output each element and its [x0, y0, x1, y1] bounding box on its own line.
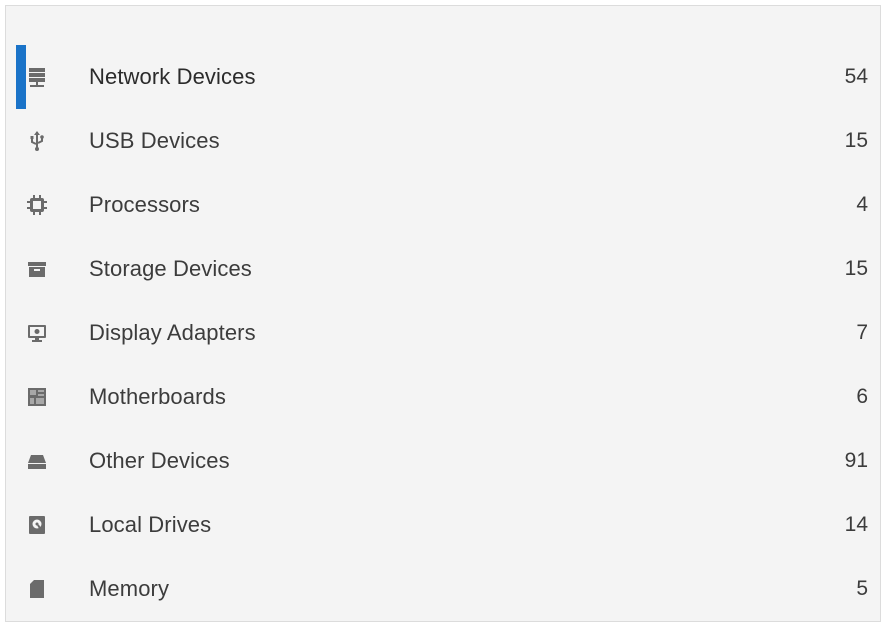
list-item-count: 15 [844, 257, 868, 280]
list-item-label: Network Devices [89, 64, 256, 89]
monitor-icon [26, 322, 48, 344]
list-item-other-devices[interactable]: Other Devices 91 [6, 429, 880, 493]
list-item-count: 4 [856, 193, 868, 216]
list-item-label: Display Adapters [89, 320, 256, 345]
list-item-display-adapters[interactable]: Display Adapters 7 [6, 301, 880, 365]
device-category-list: Network Devices 54 USB Devices 15 Proces… [6, 45, 880, 621]
list-item-label: Other Devices [89, 448, 230, 473]
list-item-local-drives[interactable]: Local Drives 14 [6, 493, 880, 557]
list-item-storage-devices[interactable]: Storage Devices 15 [6, 237, 880, 301]
list-item-motherboards[interactable]: Motherboards 6 [6, 365, 880, 429]
network-server-icon [26, 66, 48, 88]
list-item-label: Memory [89, 576, 170, 601]
list-item-count: 5 [856, 577, 868, 600]
list-item-usb-devices[interactable]: USB Devices 15 [6, 109, 880, 173]
list-item-label: Motherboards [89, 384, 226, 409]
list-item-processors[interactable]: Processors 4 [6, 173, 880, 237]
list-item-count: 91 [844, 449, 868, 472]
list-item-label: Storage Devices [89, 256, 252, 281]
list-item-network-devices[interactable]: Network Devices 54 [6, 45, 880, 109]
list-item-count: 15 [844, 129, 868, 152]
hard-disk-icon [26, 514, 48, 536]
device-category-panel: Network Devices 54 USB Devices 15 Proces… [5, 5, 881, 622]
list-item-label: USB Devices [89, 128, 220, 153]
motherboard-icon [26, 386, 48, 408]
list-item-label: Processors [89, 192, 201, 217]
list-item-label: Local Drives [89, 512, 212, 537]
cpu-chip-icon [26, 194, 48, 216]
memory-card-icon [26, 578, 48, 600]
list-item-memory[interactable]: Memory 5 [6, 557, 880, 621]
list-item-count: 54 [844, 65, 868, 88]
storage-box-icon [26, 258, 48, 280]
list-item-count: 6 [856, 385, 868, 408]
list-item-count: 7 [856, 321, 868, 344]
usb-icon [26, 130, 48, 152]
drive-icon [26, 450, 48, 472]
list-item-count: 14 [844, 513, 868, 536]
